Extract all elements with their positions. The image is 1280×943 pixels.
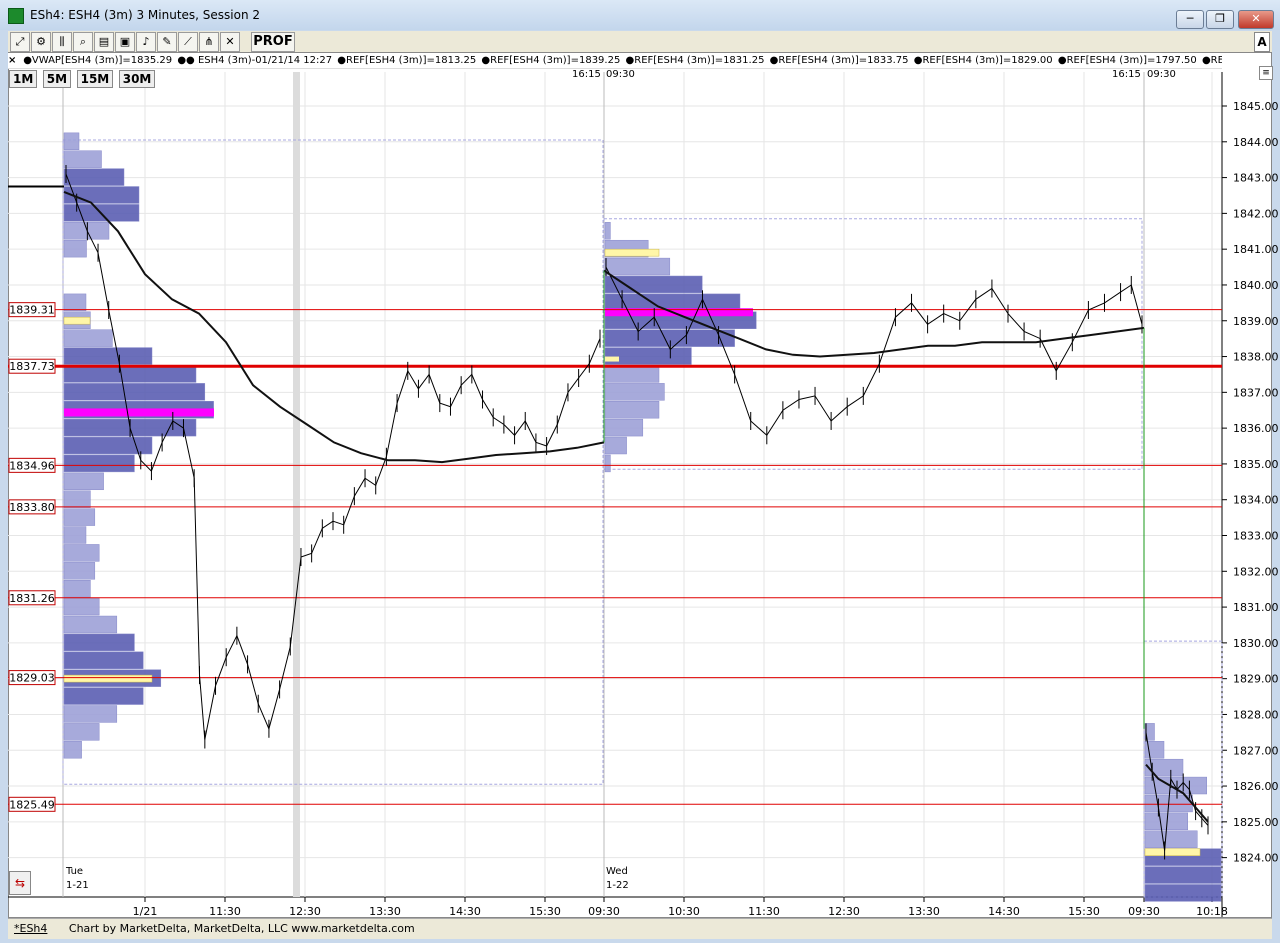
bar-style-icon[interactable]: ⫼	[52, 32, 72, 52]
trend-tool-icon[interactable]: ⟋	[178, 32, 198, 52]
app-icon	[8, 8, 24, 24]
indicator-legend: × ●VWAP[ESH4 (3m)]=1835.29 ●● ESH4 (3m)-…	[8, 53, 1222, 69]
prof-button[interactable]: PROF	[251, 32, 295, 52]
session-day: Wed	[606, 866, 628, 877]
chart-tab[interactable]: *ESh4	[14, 919, 47, 939]
timeframe-buttons: 1M 5M 15M 30M	[9, 70, 157, 88]
session-open-time: 09:30	[1147, 69, 1176, 80]
chart-image-icon[interactable]: ▣	[115, 32, 135, 52]
timeframe-1m[interactable]: 1M	[9, 70, 38, 88]
scroll-toggle-button[interactable]: ⇆	[9, 871, 31, 895]
status-bar: *ESh4 Chart by MarketDelta, MarketDelta,…	[8, 918, 1272, 939]
restore-button[interactable]: ❐	[1206, 10, 1234, 29]
legend-ref-3: ●REF[ESH4 (3m)]=1831.25	[625, 55, 765, 66]
session-close-time: 16:15	[572, 69, 601, 80]
magnify-icon[interactable]: ⌕	[73, 32, 93, 52]
settings-icon[interactable]: ⚙	[31, 32, 51, 52]
legend-ref-2: ●REF[ESH4 (3m)]=1839.25	[481, 55, 621, 66]
legend-ref-6: ●REF[ESH4 (3m)]=1797.50	[1057, 55, 1197, 66]
timeframe-5m[interactable]: 5M	[42, 70, 72, 88]
legend-vwap: ●VWAP[ESH4 (3m)]=1835.29	[23, 55, 173, 66]
chart-type-icon[interactable]: ▤	[94, 32, 114, 52]
legend-close-icon[interactable]: ×	[8, 53, 18, 68]
session-date: 1-21	[66, 880, 89, 891]
close-button[interactable]: ✕	[1238, 10, 1274, 29]
chart-credit: Chart by MarketDelta, MarketDelta, LLC w…	[68, 922, 415, 935]
application-window: ESh4: ESH4 (3m) 3 Minutes, Session 2 ─ ❐…	[0, 0, 1280, 943]
legend-scroll-icon[interactable]: ≡	[1259, 66, 1273, 80]
legend-ref-4: ●REF[ESH4 (3m)]=1833.75	[769, 55, 909, 66]
title-bar[interactable]: ESh4: ESH4 (3m) 3 Minutes, Session 2 ─ ❐…	[0, 0, 1280, 30]
legend-ref-1: ●REF[ESH4 (3m)]=1813.25	[337, 55, 477, 66]
window-title: ESh4: ESH4 (3m) 3 Minutes, Session 2	[30, 8, 261, 22]
zoom-fit-icon[interactable]: ⤢	[10, 32, 30, 52]
legend-instrument: ●● ESH4 (3m)-01/21/14 12:27	[177, 55, 333, 66]
timeframe-15m[interactable]: 15M	[76, 70, 114, 88]
session-open-time: 09:30	[606, 69, 635, 80]
alert-bell-icon[interactable]: ♪	[136, 32, 156, 52]
session-date: 1-22	[606, 880, 629, 891]
chart-area[interactable]	[8, 52, 1272, 918]
pitchfork-icon[interactable]: ⋔	[199, 32, 219, 52]
session-close-time: 16:15	[1112, 69, 1141, 80]
minimize-button[interactable]: ─	[1176, 10, 1204, 29]
chart-toolbar: ⤢ ⚙ ⫼ ⌕ ▤ ▣ ♪ ✎ ⟋ ⋔ ✕ PROF A	[8, 31, 1272, 53]
drawing-tool-icon[interactable]: ✎	[157, 32, 177, 52]
xy-tool-icon[interactable]: ✕	[220, 32, 240, 52]
a-button[interactable]: A	[1254, 32, 1270, 52]
legend-ref-7: ●REF[ESH4 (3m)]=180	[1201, 55, 1222, 66]
session-day: Tue	[66, 866, 84, 877]
legend-ref-5: ●REF[ESH4 (3m)]=1829.00	[913, 55, 1053, 66]
timeframe-30m[interactable]: 30M	[118, 70, 156, 88]
